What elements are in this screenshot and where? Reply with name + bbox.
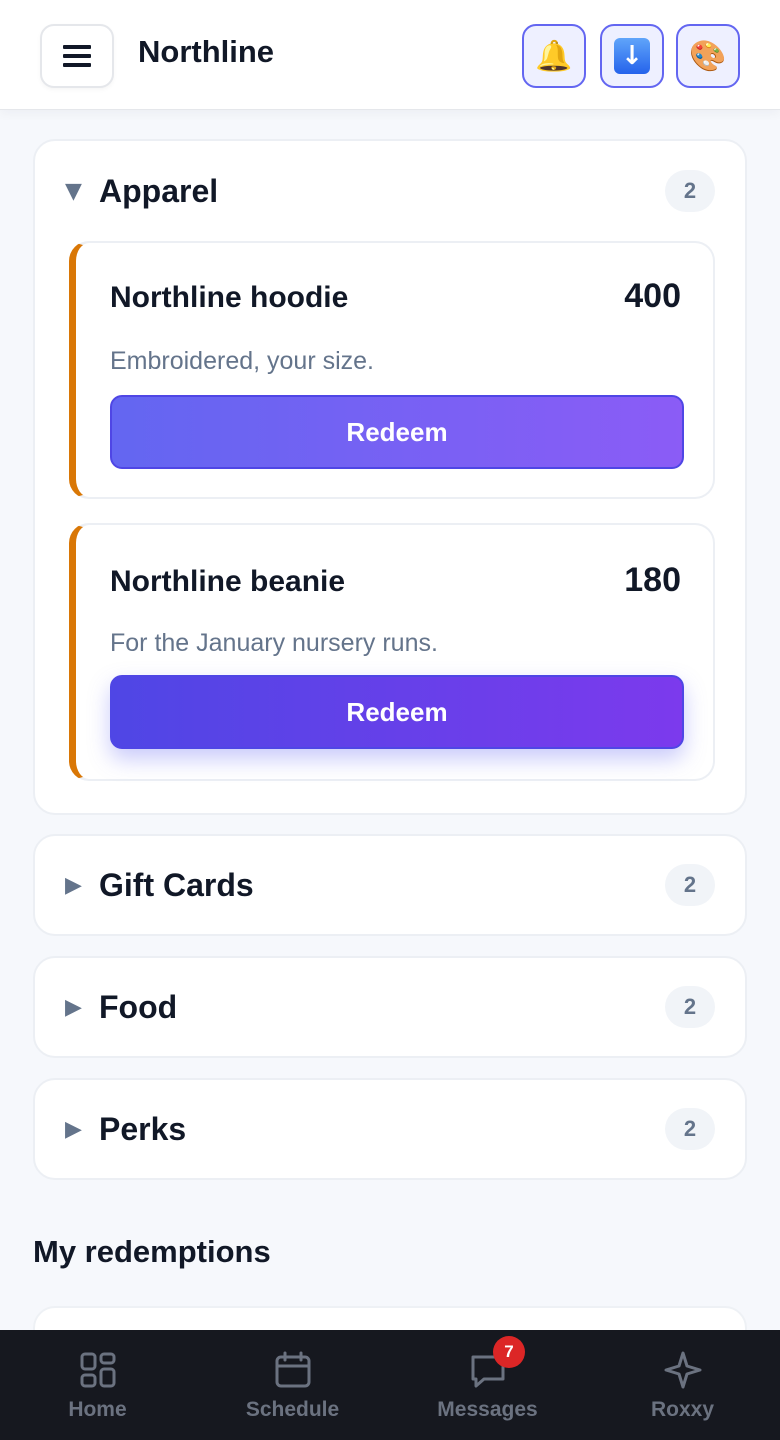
category-count: 2 bbox=[665, 986, 715, 1028]
reward-card: Northline beanie 180 For the January nur… bbox=[69, 523, 715, 781]
category-header-food[interactable]: ▶ Food 2 bbox=[65, 983, 715, 1031]
menu-icon bbox=[63, 45, 91, 67]
reward-points: 400 bbox=[624, 277, 681, 315]
bottom-nav: Home Schedule 7 Messages Roxxy bbox=[0, 1330, 780, 1440]
download-icon: ↓ bbox=[614, 38, 650, 74]
nav-schedule[interactable]: Schedule bbox=[195, 1330, 390, 1440]
category-header-gift-cards[interactable]: ▶ Gift Cards 2 bbox=[65, 861, 715, 909]
app-header: Northline 🔔 ↓ 🎨 bbox=[0, 0, 780, 110]
caret-right-icon: ▶ bbox=[65, 872, 82, 898]
reward-card: Northline hoodie 400 Embroidered, your s… bbox=[69, 241, 715, 499]
theme-button[interactable]: 🎨 bbox=[676, 24, 740, 88]
category-gift-cards[interactable]: ▶ Gift Cards 2 bbox=[33, 834, 747, 936]
reward-description: For the January nursery runs. bbox=[110, 629, 438, 657]
category-perks[interactable]: ▶ Perks 2 bbox=[33, 1078, 747, 1180]
menu-button[interactable] bbox=[40, 24, 114, 88]
redemptions-heading: My redemptions bbox=[33, 1234, 271, 1269]
category-title: Food bbox=[99, 988, 178, 1025]
reward-name: Northline hoodie bbox=[110, 281, 349, 314]
redeem-button[interactable]: Redeem bbox=[110, 675, 684, 749]
nav-messages[interactable]: 7 Messages bbox=[390, 1330, 585, 1440]
nav-home[interactable]: Home bbox=[0, 1330, 195, 1440]
nav-roxxy[interactable]: Roxxy bbox=[585, 1330, 780, 1440]
category-header-perks[interactable]: ▶ Perks 2 bbox=[65, 1105, 715, 1153]
nav-label: Messages bbox=[437, 1398, 538, 1421]
palette-icon: 🎨 bbox=[689, 38, 727, 74]
category-title: Apparel bbox=[99, 172, 219, 209]
app-title: Northline bbox=[138, 34, 275, 69]
reward-points: 180 bbox=[624, 561, 681, 599]
calendar-icon bbox=[275, 1351, 310, 1388]
category-food[interactable]: ▶ Food 2 bbox=[33, 956, 747, 1058]
redeem-button[interactable]: Redeem bbox=[110, 395, 684, 469]
nav-label: Schedule bbox=[245, 1398, 340, 1421]
unread-badge: 7 bbox=[493, 1336, 525, 1368]
category-title: Gift Cards bbox=[99, 866, 254, 903]
category-count: 2 bbox=[665, 1108, 715, 1150]
sparkle-icon bbox=[664, 1351, 701, 1389]
nav-label: Home bbox=[68, 1398, 127, 1421]
category-header-apparel[interactable]: ▼ Apparel 2 bbox=[65, 167, 715, 215]
caret-right-icon: ▶ bbox=[65, 1116, 82, 1142]
caret-down-icon: ▼ bbox=[65, 178, 82, 204]
bell-icon: 🔔 bbox=[535, 38, 573, 74]
category-count: 2 bbox=[665, 864, 715, 906]
category-title: Perks bbox=[99, 1110, 187, 1147]
category-apparel: ▼ Apparel 2 Northline hoodie 400 Embroid… bbox=[33, 139, 747, 815]
download-button[interactable]: ↓ bbox=[600, 24, 664, 88]
notifications-button[interactable]: 🔔 bbox=[522, 24, 586, 88]
reward-name: Northline beanie bbox=[110, 565, 346, 598]
reward-description: Embroidered, your size. bbox=[110, 347, 375, 375]
category-count: 2 bbox=[665, 170, 715, 212]
caret-right-icon: ▶ bbox=[65, 994, 82, 1020]
home-grid-icon bbox=[80, 1352, 115, 1388]
nav-label: Roxxy bbox=[650, 1398, 715, 1421]
